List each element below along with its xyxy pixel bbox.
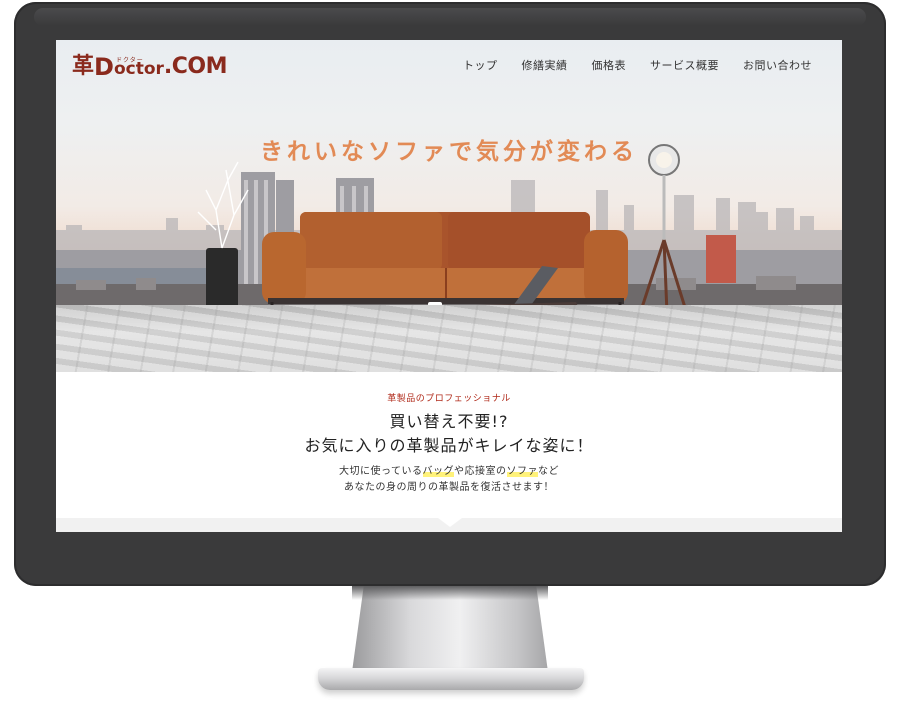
- monitor-stand-base: [318, 668, 584, 690]
- highlight-bag: バッグ: [422, 466, 454, 477]
- highlight-sofa: ソファ: [506, 466, 538, 477]
- intro-section: 革製品のプロフェッショナル 買い替え不要!? お気に入りの革製品がキレイな姿に！…: [56, 372, 842, 522]
- main-nav: トップ 修繕実績 価格表 サービス概要 お問い合わせ: [463, 57, 812, 73]
- intro-body-text-c: など: [538, 466, 559, 477]
- intro-tagline: 革製品のプロフェッショナル: [387, 394, 511, 404]
- hero-floor: [56, 305, 842, 372]
- red-building: [706, 235, 736, 283]
- nav-price-list[interactable]: 価格表: [592, 57, 627, 73]
- section-divider-notch: [438, 518, 462, 527]
- hero-title: きれいなソファで気分が変わる: [260, 139, 638, 165]
- intro-body-line1: 大切に使っているバッグや応接室のソファなど: [56, 462, 842, 477]
- logo-com: .COM: [163, 54, 228, 79]
- logo-d: D: [94, 53, 114, 81]
- nav-contact[interactable]: お問い合わせ: [743, 57, 812, 73]
- monitor-stand-shadow: [352, 586, 548, 600]
- nav-top[interactable]: トップ: [463, 57, 498, 73]
- nav-repair-results[interactable]: 修繕実績: [522, 57, 568, 73]
- logo-doctor: ドクター octor: [114, 57, 164, 80]
- intro-heading-line1: 買い替え不要!?: [389, 412, 509, 431]
- intro-heading-line2: お気に入りの革製品がキレイな姿に！: [304, 436, 594, 455]
- logo-ruby: ドクター: [115, 57, 144, 64]
- intro-body-line2: あなたの身の周りの革製品を復活させます！: [344, 482, 554, 493]
- intro-body-text-b: や応接室の: [454, 466, 507, 477]
- logo-kanji: 革: [72, 54, 95, 79]
- nav-service-overview[interactable]: サービス概要: [650, 57, 719, 73]
- intro-body-text-a: 大切に使っている: [339, 466, 423, 477]
- monitor-screen: きれいなソファで気分が変わる 革 D ドクター octor .COM トップ 修…: [56, 40, 842, 532]
- bezel-glare: [34, 8, 866, 26]
- site-logo[interactable]: 革 D ドクター octor .COM: [72, 50, 228, 81]
- site-header: 革 D ドクター octor .COM トップ 修繕実績 価格表 サービス概要 …: [56, 40, 842, 90]
